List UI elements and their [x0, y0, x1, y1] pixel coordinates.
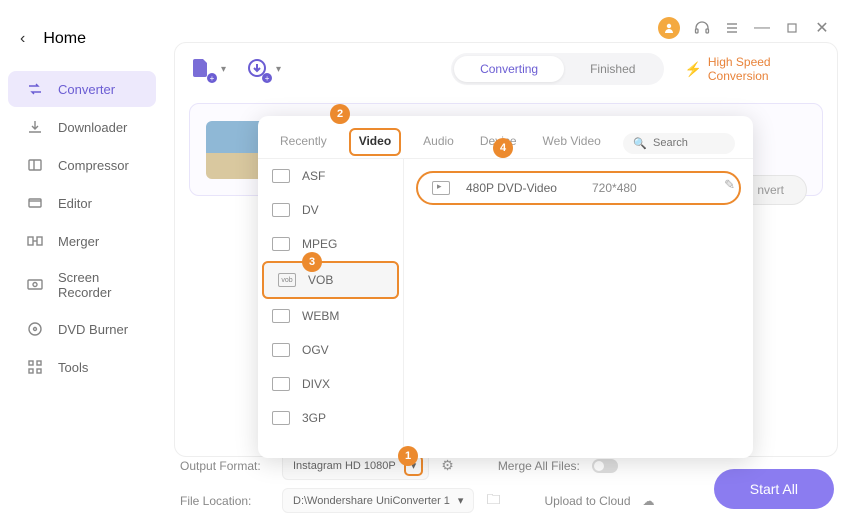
- status-tabs: Converting Finished: [451, 53, 664, 85]
- plus-icon: +: [207, 73, 217, 83]
- dvd-icon: [26, 320, 44, 338]
- tab-recently[interactable]: Recently: [276, 128, 331, 158]
- format-item-dv[interactable]: DV: [258, 193, 403, 227]
- preset-list: 480P DVD-Video 720*480 ✎: [404, 159, 753, 451]
- tab-video[interactable]: Video: [349, 128, 401, 156]
- sidebar-item-label: Merger: [58, 234, 99, 249]
- sidebar-item-label: Screen Recorder: [58, 270, 138, 300]
- sidebar-item-compressor[interactable]: Compressor: [8, 147, 156, 183]
- sidebar-item-merger[interactable]: Merger: [8, 223, 156, 259]
- sidebar-item-downloader[interactable]: Downloader: [8, 109, 156, 145]
- annotation-2: 2: [330, 104, 350, 124]
- editor-icon: [26, 194, 44, 212]
- format-item-divx[interactable]: DIVX: [258, 367, 403, 401]
- format-icon: [272, 377, 290, 391]
- annotation-3: 3: [302, 252, 322, 272]
- format-item-asf[interactable]: ASF: [258, 159, 403, 193]
- preset-resolution: 720*480: [592, 181, 637, 195]
- format-item-ogv[interactable]: OGV: [258, 333, 403, 367]
- format-dropdown-panel: Recently Video Audio Device Web Video 🔍 …: [258, 116, 753, 458]
- headset-icon[interactable]: [694, 20, 710, 36]
- tools-icon: [26, 358, 44, 376]
- sidebar-item-screen-recorder[interactable]: Screen Recorder: [8, 261, 156, 309]
- sidebar-item-label: DVD Burner: [58, 322, 128, 337]
- format-icon: [272, 237, 290, 251]
- breadcrumb: ‹ Home: [20, 30, 86, 48]
- preset-item[interactable]: 480P DVD-Video 720*480: [416, 171, 741, 205]
- format-item-vob[interactable]: vobVOB: [262, 261, 399, 299]
- tab-finished[interactable]: Finished: [564, 56, 661, 82]
- maximize-icon[interactable]: [784, 20, 800, 36]
- high-speed-conversion-link[interactable]: ⚡ High Speed Conversion: [684, 55, 821, 83]
- annotation-4: 4: [493, 138, 513, 158]
- plus-icon: +: [262, 73, 272, 83]
- download-icon: [26, 118, 44, 136]
- sidebar-item-dvd-burner[interactable]: DVD Burner: [8, 311, 156, 347]
- file-location-select[interactable]: D:\Wondershare UniConverter 1 ▾: [282, 488, 474, 513]
- cloud-icon[interactable]: ☁: [643, 494, 655, 508]
- format-icon: vob: [278, 273, 296, 287]
- sidebar-item-label: Editor: [58, 196, 92, 211]
- format-list: ASF DV MPEG vobVOB WEBM OGV DIVX 3GP: [258, 159, 404, 451]
- preset-icon: [432, 181, 450, 195]
- merge-toggle[interactable]: [592, 459, 618, 473]
- folder-icon[interactable]: 🗀: [486, 489, 500, 513]
- output-format-label: Output Format:: [180, 459, 270, 473]
- output-format-value: Instagram HD 1080P: [293, 460, 396, 472]
- sidebar-item-editor[interactable]: Editor: [8, 185, 156, 221]
- sidebar-item-label: Downloader: [58, 120, 127, 135]
- high-speed-label: High Speed Conversion: [708, 55, 821, 83]
- toolbar: + ▾ + ▾ Converting Finished ⚡ High Speed…: [175, 43, 837, 95]
- settings-icon[interactable]: ⚙: [441, 457, 454, 474]
- back-chevron-icon[interactable]: ‹: [20, 30, 25, 48]
- format-icon: [272, 309, 290, 323]
- format-item-3gp[interactable]: 3GP: [258, 401, 403, 435]
- minimize-icon[interactable]: —: [754, 20, 770, 36]
- add-file-button[interactable]: +: [191, 57, 213, 81]
- annotation-1: 1: [398, 446, 418, 466]
- sidebar-item-label: Tools: [58, 360, 88, 375]
- chevron-down-icon[interactable]: ▾: [276, 64, 281, 75]
- merger-icon: [26, 232, 44, 250]
- tab-converting[interactable]: Converting: [454, 56, 564, 82]
- bolt-icon: ⚡: [684, 61, 701, 78]
- close-icon[interactable]: ✕: [814, 20, 830, 36]
- sidebar-item-tools[interactable]: Tools: [8, 349, 156, 385]
- search-input[interactable]: [653, 137, 725, 149]
- chevron-down-icon: ▾: [458, 494, 464, 507]
- start-all-button[interactable]: Start All: [714, 469, 834, 509]
- converter-icon: [26, 80, 44, 98]
- format-item-mpeg[interactable]: MPEG: [258, 227, 403, 261]
- user-avatar-icon[interactable]: [658, 17, 680, 39]
- sidebar-item-converter[interactable]: Converter: [8, 71, 156, 107]
- format-item-webm[interactable]: WEBM: [258, 299, 403, 333]
- preset-edit-icon[interactable]: ✎: [724, 177, 735, 193]
- sidebar: Converter Downloader Compressor Editor M…: [0, 65, 164, 391]
- file-location-value: D:\Wondershare UniConverter 1: [293, 495, 450, 507]
- menu-icon[interactable]: [724, 20, 740, 36]
- tab-audio[interactable]: Audio: [419, 128, 458, 158]
- merge-label: Merge All Files:: [498, 459, 580, 473]
- format-icon: [272, 343, 290, 357]
- format-icon: [272, 411, 290, 425]
- sidebar-item-label: Compressor: [58, 158, 129, 173]
- add-download-button[interactable]: +: [246, 57, 268, 81]
- compressor-icon: [26, 156, 44, 174]
- chevron-down-icon[interactable]: ▾: [221, 64, 226, 75]
- tab-web-video[interactable]: Web Video: [539, 128, 605, 158]
- preset-name: 480P DVD-Video: [466, 181, 576, 195]
- sidebar-item-label: Converter: [58, 82, 115, 97]
- file-location-label: File Location:: [180, 494, 270, 508]
- search-icon: 🔍: [633, 137, 647, 150]
- upload-cloud-label: Upload to Cloud: [544, 494, 630, 508]
- format-icon: [272, 169, 290, 183]
- format-search[interactable]: 🔍: [623, 133, 735, 154]
- home-label[interactable]: Home: [43, 30, 86, 48]
- format-icon: [272, 203, 290, 217]
- screen-recorder-icon: [26, 276, 44, 294]
